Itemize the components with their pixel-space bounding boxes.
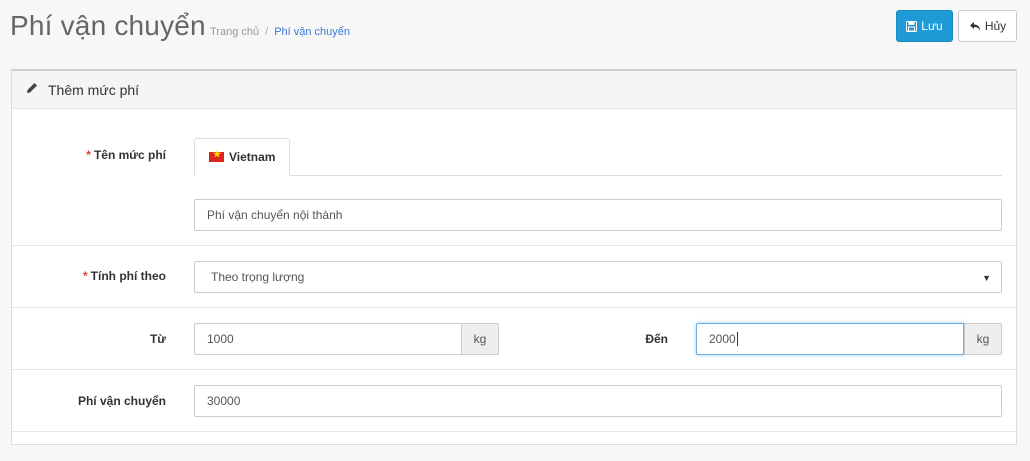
required-mark: * [83,269,88,283]
fee-value: 30000 [207,394,241,408]
undo-icon [969,21,981,32]
breadcrumb-current[interactable]: Phí vận chuyển [274,26,350,38]
name-label-text: Tên mức phí [93,148,166,162]
breadcrumb-separator: / [265,26,269,38]
text-cursor [736,332,738,346]
fee-label: Phí vận chuyển [77,394,166,408]
page-title: Phí vận chuyển [10,10,206,41]
required-mark: * [86,148,91,162]
add-fee-panel: Thêm mức phí *Tên mức phí Vietnam Phí vậ… [11,69,1017,445]
calc-by-select[interactable]: Theo trọng lượng ▼ [194,261,1002,293]
calc-by-label-text: Tính phí theo [90,269,166,283]
save-button-label: Lưu [921,19,943,33]
save-icon [906,20,918,32]
calc-by-row: * Tính phí theo Theo trọng lượng ▼ [12,246,1016,308]
fee-name-value: Phí vận chuyển nội thành [207,208,343,222]
page: Phí vận chuyển Trang chủ / Phí vận chuyể… [0,0,1030,461]
range-row: Từ 1000 kg Đến 2000 kg [12,308,1016,370]
tabs-underline [194,175,1002,176]
vietnam-flag-icon [209,149,224,162]
caret-down-icon: ▼ [982,273,991,283]
tab-vietnam-label: Vietnam [229,150,276,164]
to-value: 2000 [709,332,736,346]
save-button[interactable]: Lưu [896,10,953,42]
from-unit: kg [461,323,499,355]
breadcrumb: Trang chủ / Phí vận chuyển [210,26,350,38]
from-label: Từ [149,332,166,346]
fee-name-input[interactable]: Phí vận chuyển nội thành [194,199,1002,231]
from-value: 1000 [207,332,234,346]
cancel-button[interactable]: Hủy [958,10,1017,42]
calc-by-label: * Tính phí theo [72,269,166,283]
from-input[interactable]: 1000 [194,323,462,355]
calc-by-selected: Theo trọng lượng [211,270,305,284]
tab-vietnam[interactable]: Vietnam [194,138,290,176]
cancel-button-label: Hủy [984,19,1007,33]
to-input[interactable]: 2000 [696,323,964,355]
name-label: * Tên mức phí [72,148,166,162]
fee-row: Phí vận chuyển 30000 [12,370,1016,432]
breadcrumb-home[interactable]: Trang chủ [210,26,259,38]
pencil-icon [26,81,38,99]
to-label: Đến [645,332,668,346]
panel-heading: Thêm mức phí [12,71,1016,109]
panel-title: Thêm mức phí [48,81,140,98]
fee-input[interactable]: 30000 [194,385,1002,417]
to-unit: kg [964,323,1002,355]
